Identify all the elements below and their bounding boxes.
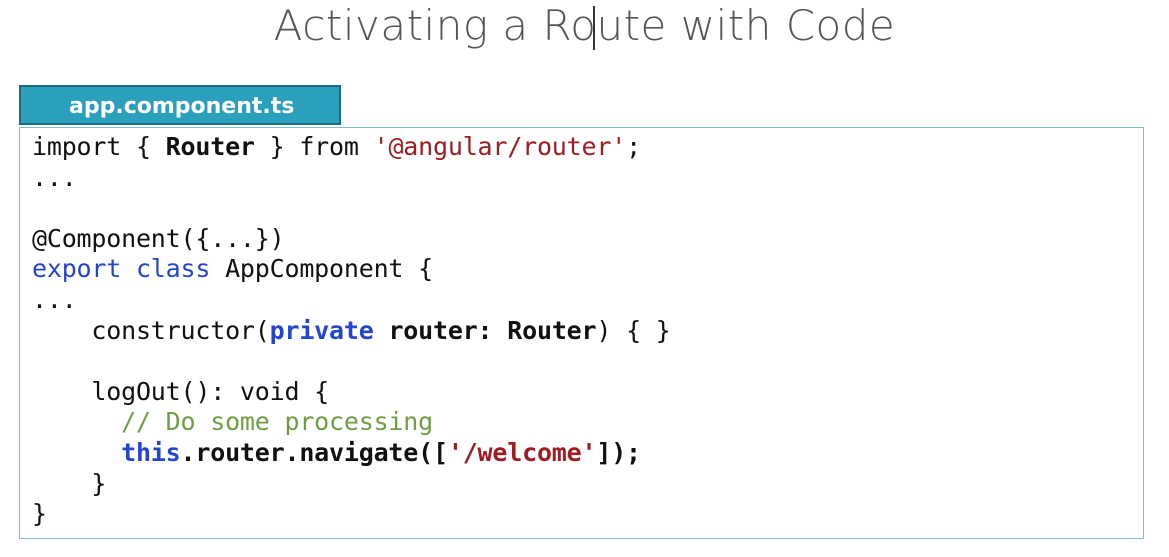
code-line: ... <box>32 285 671 316</box>
code-line: @Component({...}) <box>32 224 671 255</box>
code-token: export class <box>32 254 211 284</box>
code-token: '/welcome' <box>447 437 597 467</box>
code-token: this <box>121 437 181 467</box>
code-line: // Do some processing <box>32 407 671 438</box>
code-token: } <box>32 468 107 498</box>
code-token: @Component({...}) <box>32 223 285 253</box>
code-token: private <box>269 315 374 345</box>
code-line: } <box>32 469 671 500</box>
code-token: ... <box>32 284 77 314</box>
code-token: Router <box>165 132 255 161</box>
code-line: constructor(private router: Router) { } <box>32 315 671 347</box>
code-token: ) { } <box>596 315 671 345</box>
file-tab-label: app.component.ts <box>19 85 341 125</box>
code-token: // Do some processing <box>121 407 433 437</box>
code-token: constructor( <box>32 315 270 345</box>
slide-title: Activating a Route with Code <box>273 1 896 50</box>
code-token: ; <box>626 132 641 161</box>
code-line: logOut(): void { <box>32 377 671 408</box>
code-line: ... <box>32 163 671 194</box>
code-token: .router.navigate([ <box>180 437 449 467</box>
code-line: export class AppComponent { <box>32 254 671 285</box>
text-cursor <box>593 6 595 50</box>
code-token: } <box>32 499 47 529</box>
code-line: } <box>32 499 671 530</box>
code-token: logOut(): void { <box>32 376 330 406</box>
code-token: ]); <box>596 437 641 467</box>
code-line: import { Router } from '@angular/router'… <box>32 132 671 163</box>
code-token: router: Router <box>388 315 597 345</box>
code-block: import { Router } from '@angular/router'… <box>32 132 671 530</box>
code-token: } from <box>254 132 374 161</box>
code-line: this.router.navigate(['/welcome']); <box>32 438 671 469</box>
code-token: AppComponent { <box>210 254 433 284</box>
code-token: import { <box>32 132 166 161</box>
code-token: ... <box>32 162 77 192</box>
code-token: '@angular/router' <box>373 132 627 161</box>
